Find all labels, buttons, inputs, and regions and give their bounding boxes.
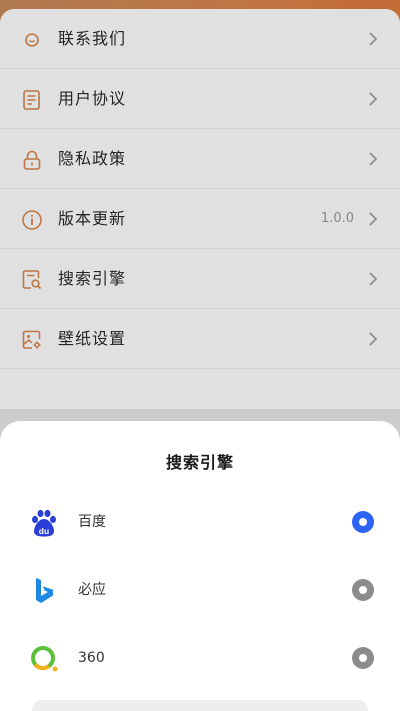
- 360-logo-icon: [31, 646, 58, 672]
- engine-option-baidu[interactable]: du 百度: [0, 493, 400, 551]
- sheet-title: 搜索引擎: [165, 453, 234, 472]
- svg-text:du: du: [39, 526, 49, 536]
- engine-option-bing[interactable]: 必应: [0, 561, 400, 619]
- engine-option-360[interactable]: 360: [0, 629, 400, 687]
- radio-unselected-icon[interactable]: [352, 579, 374, 601]
- search-engine-sheet: 搜索引擎 du 百度 必应 360: [0, 421, 400, 711]
- engine-name: 百度: [78, 514, 106, 530]
- baidu-logo-icon: du: [32, 509, 56, 537]
- engine-name: 360: [78, 650, 105, 666]
- bing-logo-icon: [36, 578, 53, 603]
- engine-name: 必应: [78, 582, 106, 598]
- cancel-bar[interactable]: [32, 700, 368, 711]
- radio-selected-icon[interactable]: [352, 511, 374, 533]
- radio-unselected-icon[interactable]: [352, 647, 374, 669]
